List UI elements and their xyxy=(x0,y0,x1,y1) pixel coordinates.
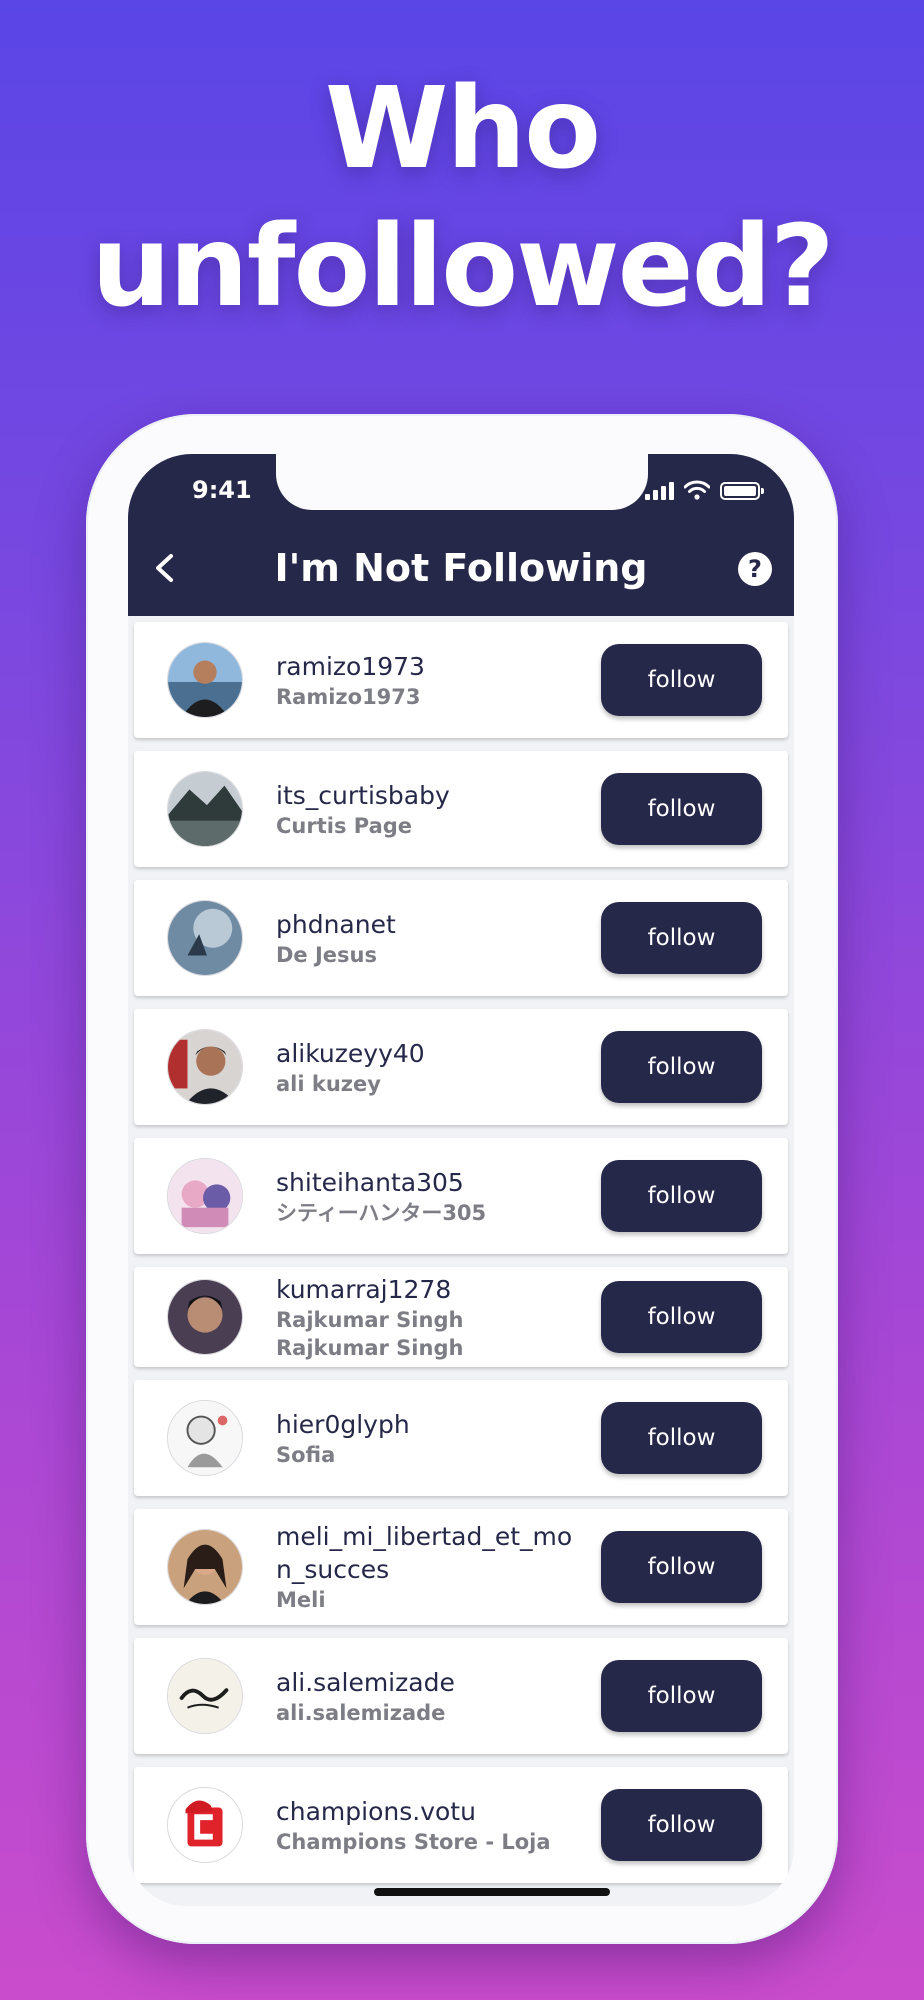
wifi-icon xyxy=(684,480,710,500)
avatar xyxy=(167,900,243,976)
avatar xyxy=(167,771,243,847)
promo-headline: Who unfollowed? xyxy=(0,60,924,336)
avatar xyxy=(167,1279,243,1355)
help-button[interactable]: ? xyxy=(738,552,772,586)
user-info: ali.salemizade ali.salemizade xyxy=(276,1666,581,1727)
follow-button[interactable]: follow xyxy=(601,1402,762,1474)
follow-button[interactable]: follow xyxy=(601,902,762,974)
username: shiteihanta305 xyxy=(276,1167,464,1197)
full-name: Sofia xyxy=(276,1442,336,1467)
list-item: its_curtisbaby Curtis Page follow xyxy=(134,751,788,867)
user-info: ramizo1973 Ramizo1973 xyxy=(276,650,581,711)
phone-frame: 9:41 I'm Not Following ? ramizo1973 Rami… xyxy=(86,414,838,1944)
question-icon: ? xyxy=(748,555,762,583)
user-list: ramizo1973 Ramizo1973 follow its_curtisb… xyxy=(134,622,788,1896)
user-info: phdnanet De Jesus xyxy=(276,908,581,969)
home-indicator xyxy=(374,1888,610,1896)
full-name: Champions Store - Loja xyxy=(276,1829,551,1854)
username: ramizo1973 xyxy=(276,651,425,681)
follow-button[interactable]: follow xyxy=(601,644,762,716)
follow-button[interactable]: follow xyxy=(601,773,762,845)
list-item: kumarraj1278 Rajkumar Singh Rajkumar Sin… xyxy=(134,1267,788,1367)
avatar xyxy=(167,1787,243,1863)
user-info: shiteihanta305 シティーハンター305 xyxy=(276,1166,581,1227)
status-icons xyxy=(645,480,764,500)
avatar xyxy=(167,1158,243,1234)
username: its_curtisbaby xyxy=(276,780,450,810)
avatar xyxy=(167,1529,243,1605)
list-item: hier0glyph Sofia follow xyxy=(134,1380,788,1496)
username: kumarraj1278 xyxy=(276,1274,452,1304)
full-name: ali kuzey xyxy=(276,1071,381,1096)
app-screen: 9:41 I'm Not Following ? ramizo1973 Rami… xyxy=(128,454,794,1906)
user-info: champions.votu Champions Store - Loja xyxy=(276,1795,581,1856)
list-item: champions.votu Champions Store - Loja fo… xyxy=(134,1767,788,1883)
follow-button[interactable]: follow xyxy=(601,1660,762,1732)
list-item: ramizo1973 Ramizo1973 follow xyxy=(134,622,788,738)
full-name: Ramizo1973 xyxy=(276,684,421,709)
follow-button[interactable]: follow xyxy=(601,1160,762,1232)
full-name: Curtis Page xyxy=(276,813,413,838)
full-name: De Jesus xyxy=(276,942,377,967)
follow-button[interactable]: follow xyxy=(601,1031,762,1103)
status-time: 9:41 xyxy=(192,476,252,504)
user-info: alikuzeyy40 ali kuzey xyxy=(276,1037,581,1098)
list-item: meli_mi_libertad_et_mon_succes Meli foll… xyxy=(134,1509,788,1625)
user-info: its_curtisbaby Curtis Page xyxy=(276,779,581,840)
full-name-repeat: Rajkumar Singh xyxy=(276,1335,464,1360)
user-info: meli_mi_libertad_et_mon_succes Meli xyxy=(276,1520,581,1614)
avatar xyxy=(167,1029,243,1105)
follow-button[interactable]: follow xyxy=(601,1789,762,1861)
battery-icon xyxy=(720,482,764,500)
follow-button[interactable]: follow xyxy=(601,1531,762,1603)
signal-icon xyxy=(645,482,674,500)
user-info: kumarraj1278 Rajkumar Singh Rajkumar Sin… xyxy=(276,1273,581,1362)
list-item: alikuzeyy40 ali kuzey follow xyxy=(134,1009,788,1125)
headline-line-1: Who xyxy=(324,64,601,194)
user-info: hier0glyph Sofia xyxy=(276,1408,581,1469)
full-name: Rajkumar Singh xyxy=(276,1307,464,1332)
username: meli_mi_libertad_et_mon_succes xyxy=(276,1522,573,1584)
avatar xyxy=(167,1658,243,1734)
full-name: シティーハンター305 xyxy=(276,1200,487,1225)
full-name: Meli xyxy=(276,1588,326,1612)
phone-notch xyxy=(276,454,648,510)
username: alikuzeyy40 xyxy=(276,1038,425,1068)
list-item: ali.salemizade ali.salemizade follow xyxy=(134,1638,788,1754)
list-item: phdnanet De Jesus follow xyxy=(134,880,788,996)
username: hier0glyph xyxy=(276,1409,410,1439)
list-item: shiteihanta305 シティーハンター305 follow xyxy=(134,1138,788,1254)
app-header: 9:41 I'm Not Following ? xyxy=(128,454,794,616)
headline-line-2: unfollowed? xyxy=(91,202,834,332)
avatar xyxy=(167,642,243,718)
avatar xyxy=(167,1400,243,1476)
full-name: ali.salemizade xyxy=(276,1700,446,1725)
username: champions.votu xyxy=(276,1796,476,1826)
follow-button[interactable]: follow xyxy=(601,1281,762,1353)
page-title: I'm Not Following xyxy=(274,546,648,590)
username: ali.salemizade xyxy=(276,1667,455,1697)
username: phdnanet xyxy=(276,909,396,939)
